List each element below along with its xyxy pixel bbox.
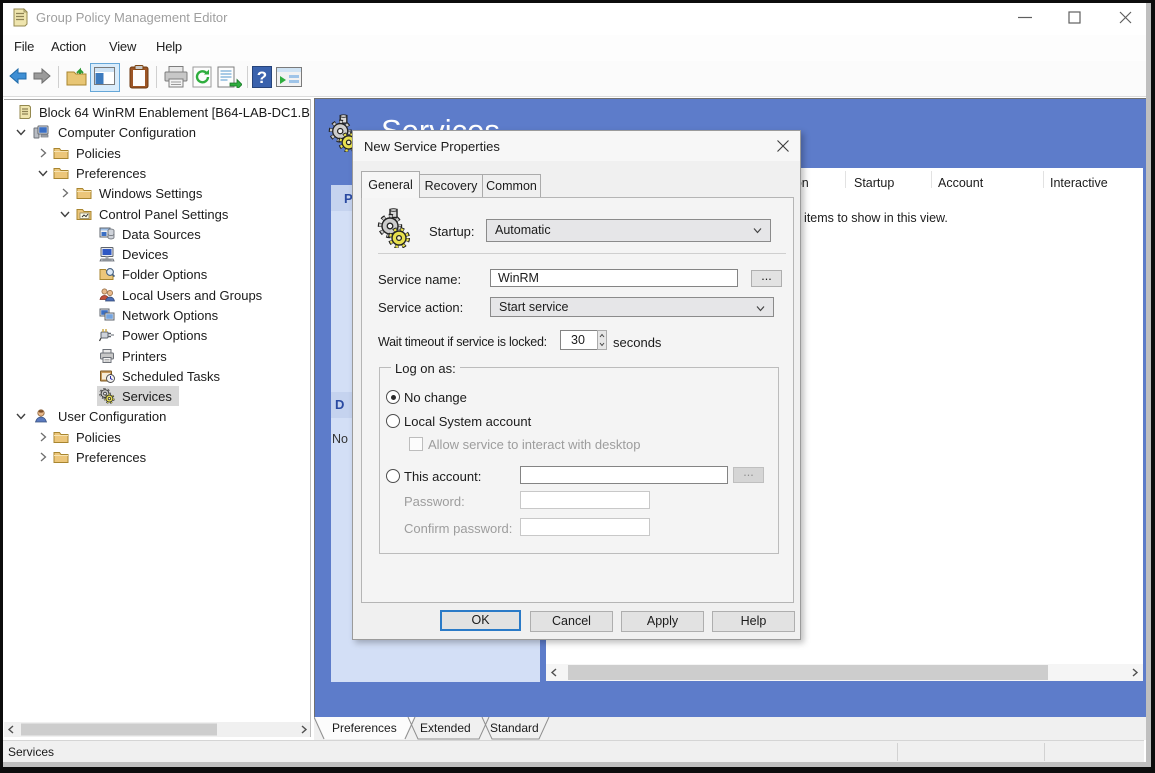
svg-text:?: ? xyxy=(257,68,267,87)
